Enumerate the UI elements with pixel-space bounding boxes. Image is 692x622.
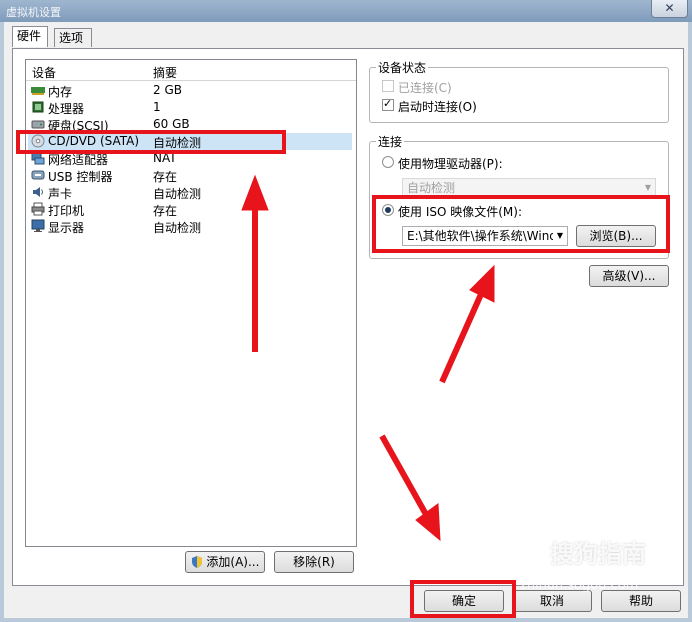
arrow-up-head	[241, 174, 269, 211]
arrow-diag-line	[439, 290, 485, 384]
watermark-text: 搜狗指南	[550, 540, 646, 568]
annotation-arrows	[241, 174, 495, 542]
arrow-down-head	[415, 503, 441, 542]
sogou-logo-icon: S	[512, 534, 546, 568]
watermark-url: zhinan.sogou.com	[520, 578, 639, 593]
arrow-down-line	[379, 434, 431, 520]
